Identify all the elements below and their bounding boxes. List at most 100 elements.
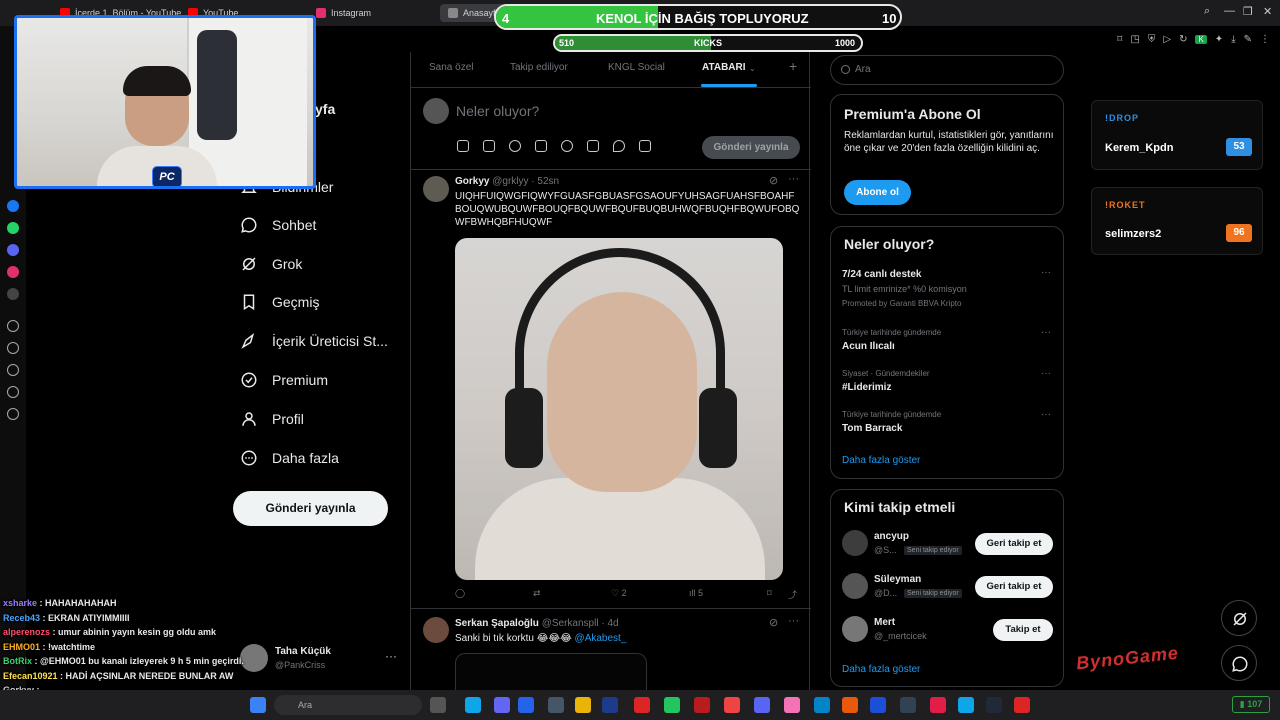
tab-atabari[interactable]: ATABARI — [702, 62, 746, 73]
steam-icon[interactable] — [986, 697, 1002, 713]
bookmark-icon[interactable]: ⌑ — [1117, 34, 1122, 45]
more-icon[interactable]: ··· — [385, 649, 397, 663]
sidebar-item-more[interactable]: Daha fazla — [240, 443, 339, 473]
taskbar-search[interactable]: Ara — [274, 695, 422, 715]
follow-back-button[interactable]: Geri takip et — [975, 576, 1053, 598]
app-icon[interactable] — [724, 697, 740, 713]
play-icon[interactable] — [7, 320, 19, 332]
tab-for-you[interactable]: Sana özel — [429, 62, 473, 73]
compose-input[interactable]: Neler oluyor? — [456, 103, 539, 119]
mention-link[interactable]: @Akabest_ — [575, 633, 627, 644]
spotify-icon[interactable] — [664, 697, 680, 713]
tab-instagram[interactable]: Instagram — [316, 4, 371, 22]
ai-icon[interactable]: ✎ — [1244, 34, 1252, 45]
avatar[interactable] — [423, 617, 449, 643]
app-icon[interactable] — [930, 697, 946, 713]
user-name[interactable]: Mert — [874, 617, 895, 628]
opera-icon[interactable] — [634, 697, 650, 713]
retweet-icon[interactable]: ⇄ — [533, 588, 541, 599]
flag-icon[interactable] — [639, 140, 651, 152]
avatar[interactable] — [842, 530, 868, 556]
tweet-time[interactable]: 4d — [607, 618, 618, 629]
schedule-icon[interactable] — [587, 140, 599, 152]
sidebar-post-button[interactable]: Gönderi yayınla — [233, 491, 388, 526]
app-icon[interactable] — [694, 697, 710, 713]
sidebar-item-creator-studio[interactable]: İçerik Üreticisi St... — [240, 326, 388, 356]
steam-icon[interactable] — [602, 697, 618, 713]
show-more-link[interactable]: Daha fazla göster — [842, 664, 920, 675]
tweet-author-name[interactable]: Gorkyy — [455, 176, 489, 187]
reply-icon[interactable]: ◯ — [455, 588, 465, 599]
illustrator-icon[interactable] — [842, 697, 858, 713]
grok-icon[interactable]: ⊘ — [769, 174, 778, 187]
poll-icon[interactable] — [535, 140, 547, 152]
minimize-icon[interactable]: — — [1224, 5, 1235, 17]
gif-icon[interactable] — [483, 140, 495, 152]
add-tab-button[interactable]: + — [789, 58, 797, 74]
bookmark-icon[interactable]: ⌑ — [767, 588, 772, 599]
avatar[interactable] — [842, 616, 868, 642]
avatar[interactable] — [842, 573, 868, 599]
more-icon[interactable]: ··· — [1041, 409, 1051, 420]
search-icon[interactable]: ⌕ — [1204, 5, 1210, 18]
subscribe-button[interactable]: Abone ol — [844, 180, 911, 205]
tweet-image[interactable] — [455, 238, 783, 580]
close-icon[interactable]: ✕ — [1263, 5, 1272, 18]
kick-extension-icon[interactable]: K — [1195, 34, 1207, 44]
vscode-icon[interactable] — [518, 697, 534, 713]
tray-counter[interactable]: ▮ 107 — [1232, 696, 1270, 713]
settings-icon[interactable] — [7, 408, 19, 420]
sidebar-item-bookmarks[interactable]: Geçmiş — [240, 287, 319, 317]
maximize-icon[interactable]: ❐ — [1243, 5, 1253, 18]
trend-item[interactable]: #Liderimiz — [842, 382, 891, 393]
instagram-icon[interactable] — [7, 266, 19, 278]
send-icon[interactable] — [7, 342, 19, 354]
edge-icon[interactable] — [958, 697, 974, 713]
sidebar-item-premium[interactable]: Premium — [240, 365, 328, 395]
tab-kngl-social[interactable]: KNGL Social — [608, 62, 665, 73]
discord-icon[interactable] — [754, 697, 770, 713]
store-icon[interactable] — [465, 697, 481, 713]
avatar[interactable] — [423, 176, 449, 202]
sidebar-item-chat[interactable]: Sohbet — [240, 210, 316, 240]
emoji-icon[interactable] — [561, 140, 573, 152]
trend-item[interactable]: Tom Barrack — [842, 423, 902, 434]
trend-item[interactable]: Acun Ilıcalı — [842, 341, 895, 352]
show-more-link[interactable]: Daha fazla göster — [842, 455, 920, 466]
sidebar-item-grok[interactable]: Grok — [240, 249, 302, 279]
user-name[interactable]: Süleyman — [874, 574, 921, 585]
views-button[interactable]: ıll 5 — [689, 588, 703, 598]
more-icon[interactable]: ··· — [788, 615, 799, 627]
share-icon[interactable]: ⤴ — [788, 588, 797, 601]
tweet-media[interactable] — [455, 653, 647, 693]
compose-post-button[interactable]: Gönderi yayınla — [702, 136, 800, 159]
more-icon[interactable]: ··· — [788, 173, 799, 185]
sidebar-item-home-partial[interactable]: yfa — [315, 101, 335, 117]
location-icon[interactable] — [613, 140, 625, 152]
messages-fab[interactable] — [1221, 645, 1257, 681]
tweet-author-handle[interactable]: @grklyy — [492, 176, 528, 187]
more-icon[interactable]: ··· — [1041, 368, 1051, 379]
follow-back-button[interactable]: Geri takip et — [975, 533, 1053, 555]
app-icon[interactable] — [900, 697, 916, 713]
app-icon[interactable] — [1014, 697, 1030, 713]
discord-icon[interactable] — [7, 244, 19, 256]
tweet-time[interactable]: 52sn — [537, 176, 559, 187]
download-icon[interactable]: ⤓ — [1231, 34, 1235, 45]
extension-icon[interactable]: ◳ — [1130, 34, 1139, 45]
grok-icon[interactable] — [509, 140, 521, 152]
teams-icon[interactable] — [494, 697, 510, 713]
tweet-author-handle[interactable]: @Serkanspll — [542, 618, 599, 629]
grok-fab[interactable] — [1221, 600, 1257, 636]
whatsapp-icon[interactable] — [7, 222, 19, 234]
grok-icon[interactable]: ⊘ — [769, 616, 778, 629]
task-view-icon[interactable] — [430, 697, 446, 713]
sidebar-item-profile[interactable]: Profil — [240, 404, 304, 434]
app-icon[interactable] — [814, 697, 830, 713]
terminal-icon[interactable] — [548, 697, 564, 713]
clock-icon[interactable] — [7, 386, 19, 398]
tab-following[interactable]: Takip ediliyor — [510, 62, 568, 73]
puzzle-icon[interactable]: ✦ — [1215, 34, 1223, 45]
x-logo-icon[interactable] — [7, 288, 19, 300]
chevron-down-icon[interactable]: ⌄ — [749, 64, 756, 73]
